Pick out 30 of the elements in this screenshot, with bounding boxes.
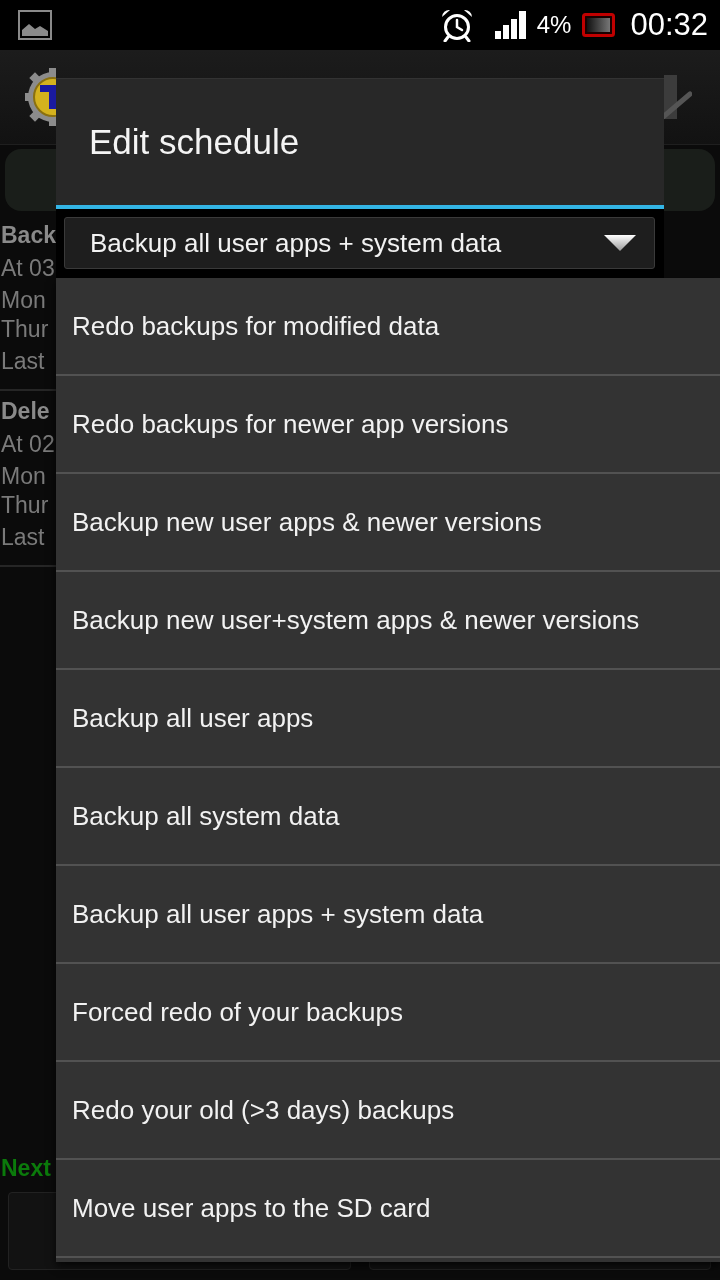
schedule-days: Thur: [1, 315, 49, 343]
dialog-title: Edit schedule: [89, 121, 300, 163]
signal-icon: [494, 11, 527, 39]
dropdown-option[interactable]: Backup new user+system apps & newer versions: [56, 572, 720, 670]
battery-percentage: 4%: [536, 10, 572, 40]
schedule-days: Mon: [1, 285, 46, 315]
schedule-time: At 02: [1, 430, 55, 459]
schedule-status: Last: [1, 347, 45, 376]
battery-icon: [582, 13, 616, 37]
schedule-status: Last: [1, 523, 45, 552]
caret-icon: [604, 235, 636, 251]
dropdown-option[interactable]: Redo your old (>3 days) backups: [56, 1062, 720, 1160]
dropdown-option[interactable]: Backup all system data: [56, 768, 720, 866]
dropdown-field[interactable]: Backup all user apps + system data: [64, 217, 655, 269]
dropdown-option[interactable]: Redo backups for modified data: [56, 278, 720, 376]
status-time: 00:32: [630, 7, 708, 43]
dropdown-option[interactable]: Forced redo of your backups: [56, 964, 720, 1062]
schedule-title: Dele: [1, 397, 50, 426]
schedule-days: Mon: [1, 461, 46, 491]
dropdown-option[interactable]: Redo backups for newer app versions: [56, 376, 720, 474]
dropdown-option[interactable]: Move user apps to the SD card: [56, 1160, 720, 1258]
dropdown-option[interactable]: Backup all user apps: [56, 670, 720, 768]
picture-icon: [18, 10, 52, 40]
dropdown-option[interactable]: Backup new user apps & newer versions: [56, 474, 720, 572]
dropdown-option[interactable]: Backup all user apps + system data: [56, 866, 720, 964]
schedule-days: Thur: [1, 491, 49, 519]
alarm-clock-icon: [439, 8, 474, 42]
schedule-time: At 03: [1, 254, 55, 283]
next-label: Next: [1, 1154, 51, 1183]
schedule-title: Back: [1, 221, 56, 250]
